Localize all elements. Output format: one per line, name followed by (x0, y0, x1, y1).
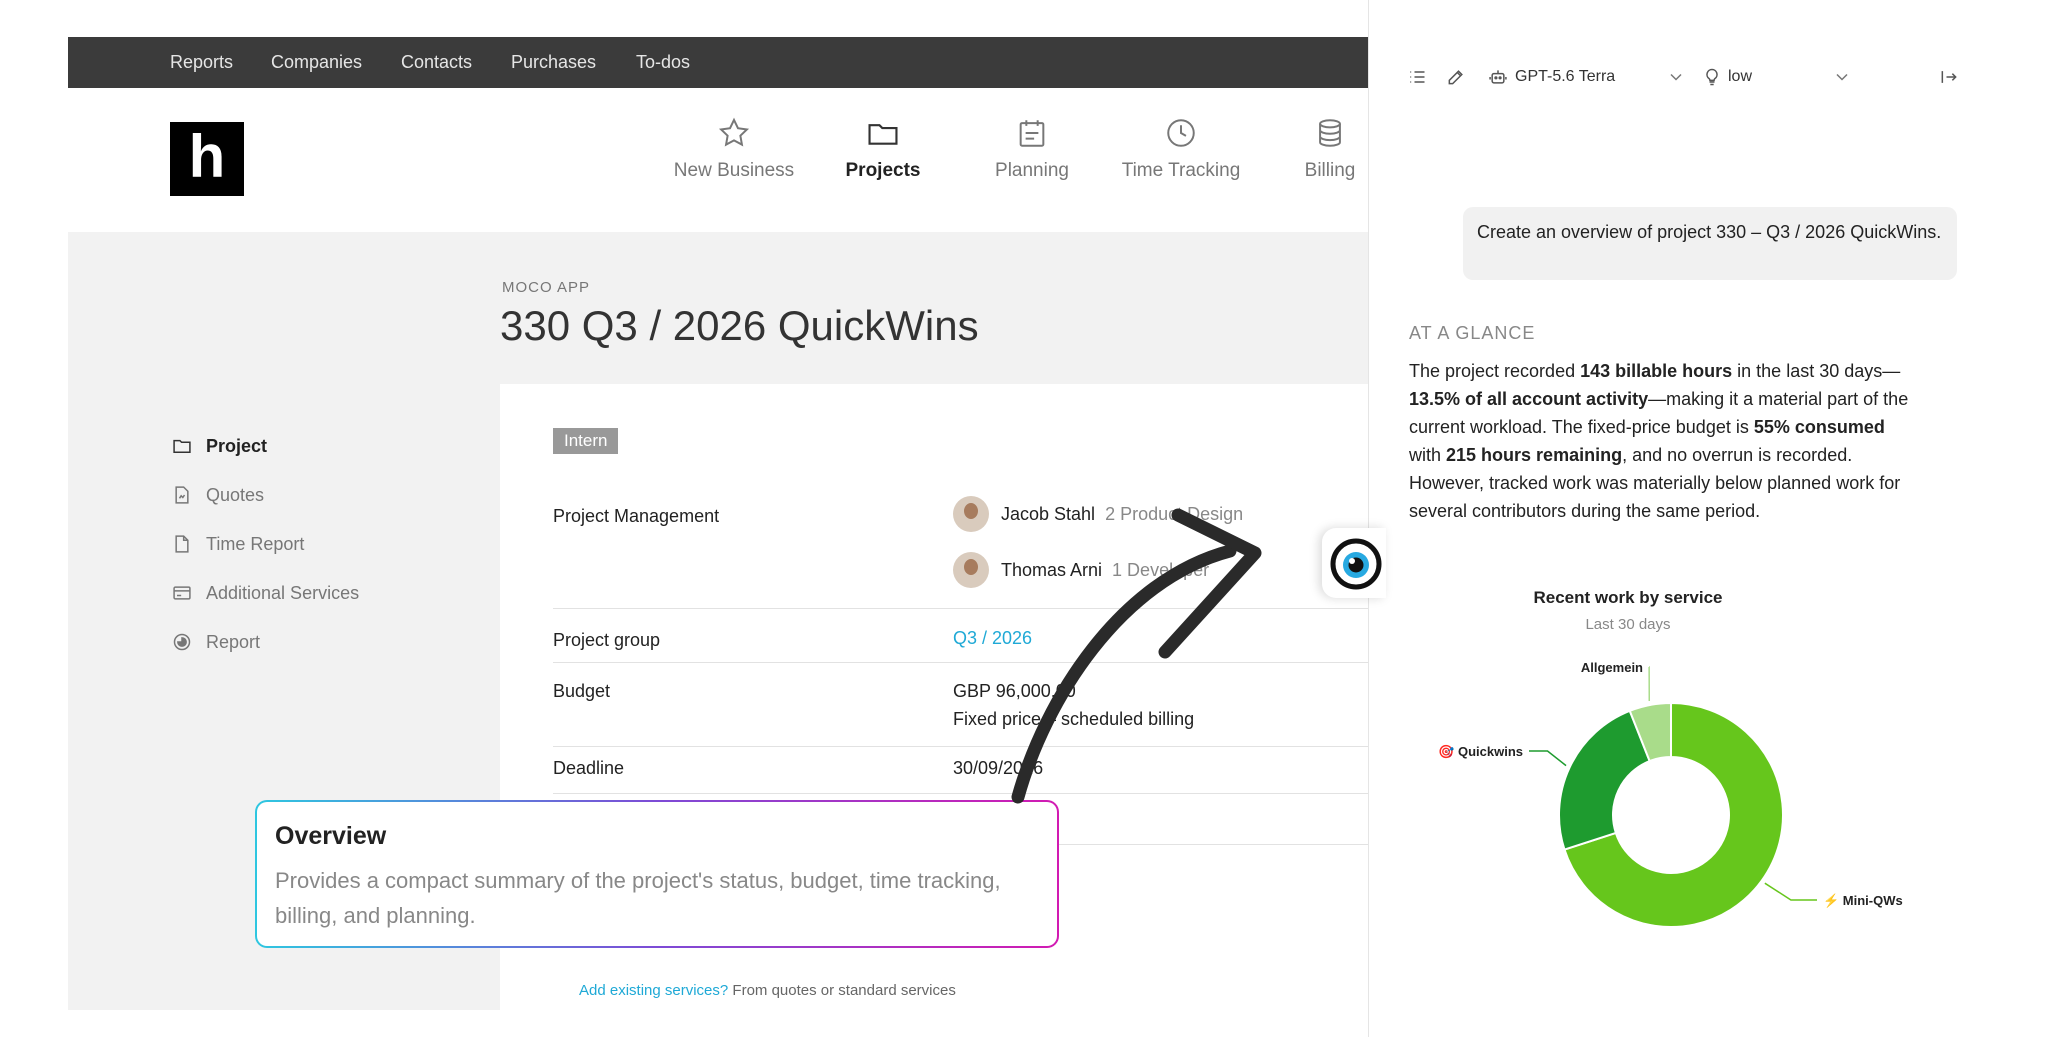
slice-label-mini-qws: ⚡ Mini-QWs (1823, 893, 1903, 909)
nav-todos[interactable]: To-dos (636, 37, 690, 88)
deadline-value: 30/09/2026 (953, 758, 1044, 778)
label-project-group: Project group (553, 630, 661, 650)
glance-bold: 143 billable hours (1580, 361, 1733, 381)
overview-card: Overview Provides a compact summary of t… (257, 802, 1057, 946)
divider (553, 746, 1368, 747)
glance-heading: AT A GLANCE (1409, 323, 1536, 343)
sidebar-item-label: Project (206, 435, 268, 456)
assistant-panel: GPT-5.6 Terra low Create an overview of … (1368, 0, 2048, 1037)
avatar (953, 496, 989, 532)
overview-title: Overview (275, 822, 387, 850)
glance-text: The project recorded 143 billable hours … (1409, 357, 1909, 525)
donut-chart: ⚡ Mini-QWs 🎯 Quickwins Allgemein (1438, 660, 1903, 928)
star-icon (718, 117, 750, 147)
mainnav-billing[interactable]: Billing (1260, 116, 1368, 182)
collapse-panel-icon[interactable] (1939, 67, 1959, 87)
pie-slice-quickwins[interactable] (1558, 709, 1651, 851)
mainnav-label: Billing (1304, 160, 1356, 181)
effort-selector[interactable]: low (1728, 68, 1752, 86)
sidebar-item-additional-services[interactable]: Additional Services (172, 581, 359, 605)
card-icon (173, 586, 191, 600)
label-project-management: Project Management (553, 506, 720, 526)
calendar-icon (1019, 120, 1045, 147)
list-icon[interactable] (1407, 67, 1427, 87)
divider (553, 608, 1368, 609)
lightbulb-icon (1706, 68, 1718, 86)
folder-icon (173, 439, 191, 453)
mainnav-label: Time Tracking (1121, 160, 1241, 181)
mainnav-projects[interactable]: Projects (813, 116, 953, 182)
chart-subtitle: Last 30 days (1585, 616, 1671, 633)
sidebar-item-project[interactable]: Project (172, 434, 267, 458)
person-name: Jacob Stahl (1001, 503, 1096, 524)
chart-title: Recent work by service (1533, 588, 1723, 607)
clock-icon (1167, 119, 1195, 147)
add-services-hint: Add existing services? From quotes or st… (579, 982, 956, 999)
overview-callout: Overview Provides a compact summary of t… (255, 800, 1059, 948)
nav-purchases[interactable]: Purchases (511, 37, 596, 88)
project-group-link[interactable]: Q3 / 2026 (953, 628, 1032, 649)
glance-part: The project recorded (1409, 361, 1581, 381)
new-chat-icon[interactable] (1446, 67, 1466, 87)
chevron-down-icon[interactable] (1666, 67, 1686, 87)
page-title: 330 Q3 / 2026 QuickWins (500, 302, 979, 349)
document-icon (175, 486, 189, 504)
chevron-down-icon[interactable] (1832, 67, 1852, 87)
glance-bold: 13.5% of all account activity (1409, 389, 1649, 409)
budget-type: Fixed price – scheduled billing (953, 709, 1195, 729)
breadcrumb[interactable]: MOCO APP (502, 279, 590, 296)
user-message: Create an overview of project 330 – Q3 /… (1463, 207, 1957, 280)
eye-icon (1330, 538, 1382, 590)
mainnav-label: Planning (995, 160, 1069, 181)
nav-contacts[interactable]: Contacts (401, 37, 472, 88)
divider (553, 793, 1368, 794)
robot-icon (1489, 70, 1507, 84)
budget-amount: GBP 96,000.00 (953, 681, 1076, 701)
add-services-text: From quotes or standard services (728, 982, 956, 999)
slice-label-quickwins: 🎯 Quickwins (1438, 744, 1523, 759)
person-role: 2 Product Design (1105, 503, 1244, 524)
leader-line (1529, 750, 1567, 767)
folder-icon (868, 124, 898, 145)
label-budget: Budget (553, 681, 611, 701)
sidebar-item-label: Additional Services (206, 582, 360, 603)
slice-label-allgemein: Allgemein (1581, 660, 1643, 675)
mainnav-new-business[interactable]: New Business (664, 116, 804, 182)
glance-bold: 215 hours remaining (1446, 445, 1623, 465)
person-role: 1 Developer (1112, 559, 1210, 580)
glance-part: with (1409, 445, 1447, 465)
nav-reports[interactable]: Reports (170, 37, 233, 88)
mainnav-planning[interactable]: Planning (962, 116, 1102, 182)
logo[interactable]: h (170, 122, 244, 196)
model-selector[interactable]: GPT-5.6 Terra (1515, 68, 1615, 86)
person-jacob-stahl[interactable]: Jacob Stahl 2 Product Design (953, 496, 1243, 532)
header: h New Business Projects Planning Time Tr… (68, 88, 1368, 232)
sidebar-item-label: Quotes (206, 484, 265, 505)
sidebar-item-label: Report (206, 631, 261, 652)
sidebar-item-label: Time Report (206, 533, 305, 554)
add-existing-services-link[interactable]: Add existing services? (579, 982, 728, 999)
label-deadline: Deadline (553, 758, 625, 778)
mainnav-label: Projects (845, 160, 921, 181)
divider (553, 662, 1368, 663)
sidebar-item-quotes[interactable]: Quotes (172, 483, 264, 507)
sidebar-item-time-report[interactable]: Time Report (172, 532, 304, 556)
overview-text: Provides a compact summary of the projec… (275, 868, 1001, 928)
mainnav-time-tracking[interactable]: Time Tracking (1111, 116, 1251, 182)
status-badge: Intern (553, 428, 619, 454)
mainnav-label: New Business (673, 160, 795, 181)
person-thomas-arni[interactable]: Thomas Arni 1 Developer (953, 552, 1209, 588)
database-icon (1319, 119, 1341, 147)
glance-part: in the last 30 days— (1732, 361, 1901, 381)
file-icon (175, 535, 189, 553)
leader-line (1764, 882, 1817, 901)
glance-bold: 55% consumed (1753, 417, 1885, 437)
nav-companies[interactable]: Companies (271, 37, 362, 88)
report-icon (173, 633, 191, 651)
avatar (953, 552, 989, 588)
sidebar-item-report[interactable]: Report (172, 630, 260, 654)
top-navigation: Reports Companies Contacts Purchases To-… (68, 37, 1368, 88)
person-name: Thomas Arni (1001, 559, 1103, 580)
assistant-toggle-button[interactable] (1322, 528, 1386, 598)
